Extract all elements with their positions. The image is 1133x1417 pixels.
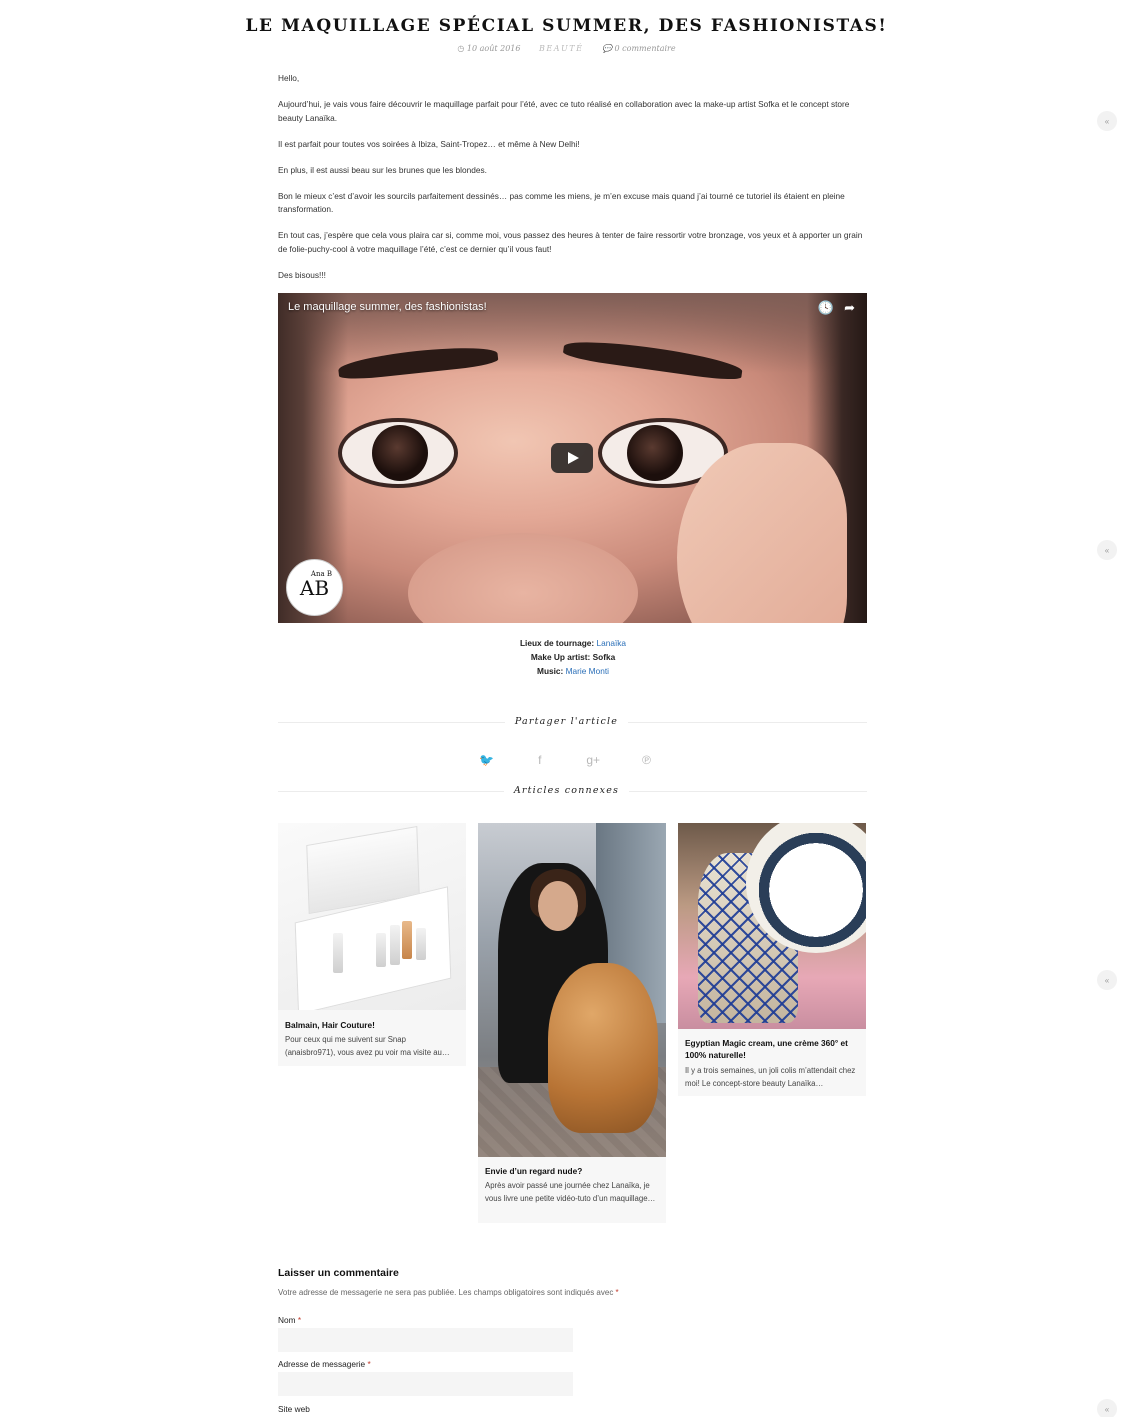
paragraph: Des bisous!!! xyxy=(278,269,326,280)
google-plus-icon[interactable]: g+ xyxy=(568,753,618,767)
related-article-title[interactable]: Envie d’un regard nude? xyxy=(485,1165,659,1177)
back-to-top-button[interactable]: « xyxy=(1097,111,1117,131)
post-comments-link[interactable]: 💬 0 commentaire xyxy=(602,44,676,53)
article-body: Hello, Aujourd’hui, je vais vous faire d… xyxy=(278,72,868,295)
twitter-icon[interactable]: 🐦 xyxy=(461,753,511,767)
related-article-card[interactable]: Egyptian Magic cream, une crème 360° et … xyxy=(678,823,866,1096)
website-label: Site web xyxy=(278,1404,310,1414)
name-field[interactable] xyxy=(278,1328,573,1352)
related-article-card[interactable]: Envie d’un regard nude? Après avoir pass… xyxy=(478,823,666,1223)
logo-small-text: Ana B xyxy=(310,570,332,578)
email-field[interactable] xyxy=(278,1372,573,1396)
video-credits: Lieux de tournage: Lanaïka Make Up artis… xyxy=(278,636,868,678)
related-article-image[interactable] xyxy=(478,823,666,1157)
channel-logo[interactable]: AB Ana B xyxy=(286,559,343,616)
related-article-excerpt: Pour ceux qui me suivent sur Snap (anais… xyxy=(285,1035,450,1057)
pinterest-icon[interactable]: ℗ xyxy=(622,753,672,767)
back-to-top-button[interactable]: « xyxy=(1097,1399,1117,1417)
location-link[interactable]: Lanaïka xyxy=(597,638,627,648)
related-article-excerpt: Il y a trois semaines, un joli colis m’a… xyxy=(685,1066,856,1088)
post-date: ◷ 10 août 2016 xyxy=(457,44,521,53)
related-article-excerpt: Après avoir passé une journée chez Lanaï… xyxy=(485,1181,656,1203)
credit-label: Make Up artist: Sofka xyxy=(530,652,616,662)
back-to-top-button[interactable]: « xyxy=(1097,540,1117,560)
paragraph: Il est parfait pour toutes vos soirées à… xyxy=(278,138,580,149)
paragraph: Hello, xyxy=(278,73,300,83)
comment-form-note: Votre adresse de messagerie ne sera pas … xyxy=(278,1288,619,1297)
post-title: LE MAQUILLAGE SPÉCIAL SUMMER, DES FASHIO… xyxy=(245,16,888,36)
video-thumbnail-detail xyxy=(338,418,458,488)
credit-label: Music: xyxy=(537,666,564,676)
related-article-card[interactable]: Balmain, Hair Couture! Pour ceux qui me … xyxy=(278,823,466,1066)
facebook-icon[interactable]: f xyxy=(515,753,565,767)
share-icon[interactable]: ➦ xyxy=(844,300,855,315)
logo-text: AB xyxy=(299,575,330,600)
video-thumbnail-detail xyxy=(408,533,638,623)
video-title-link[interactable]: Le maquillage summer, des fashionistas! xyxy=(288,301,487,313)
paragraph: Aujourd’hui, je vais vous faire découvri… xyxy=(278,99,850,123)
related-article-title[interactable]: Balmain, Hair Couture! xyxy=(285,1019,459,1031)
related-heading: Articles connexes xyxy=(0,785,1133,796)
watch-later-icon[interactable]: 🕓 xyxy=(818,300,834,315)
music-link[interactable]: Marie Monti xyxy=(566,666,609,676)
name-label: Nom * xyxy=(278,1315,302,1325)
play-button[interactable] xyxy=(551,443,593,473)
related-article-image[interactable] xyxy=(278,823,466,1010)
video-player[interactable]: Le maquillage summer, des fashionistas! … xyxy=(278,293,867,623)
paragraph: Bon le mieux c’est d’avoir les sourcils … xyxy=(278,190,845,215)
post-category-link[interactable]: BEAUTÉ xyxy=(539,44,583,53)
related-article-image[interactable] xyxy=(678,823,866,1029)
paragraph: En tout cas, j’espère que cela vous plai… xyxy=(278,230,863,254)
post-meta: ◷ 10 août 2016 BEAUTÉ 💬 0 commentaire xyxy=(0,44,1133,53)
email-label: Adresse de messagerie * xyxy=(278,1359,371,1369)
share-buttons: 🐦 f g+ ℗ xyxy=(0,753,1133,767)
share-heading: Partager l'article xyxy=(0,716,1133,727)
related-article-title[interactable]: Egyptian Magic cream, une crème 360° et … xyxy=(685,1037,859,1061)
paragraph: En plus, il est aussi beau sur les brune… xyxy=(278,164,487,175)
video-actions: 🕓 ➦ xyxy=(808,300,855,316)
comment-form-title: Laisser un commentaire xyxy=(278,1267,399,1279)
credit-label: Lieux de tournage: xyxy=(519,638,595,648)
back-to-top-button[interactable]: « xyxy=(1097,970,1117,990)
